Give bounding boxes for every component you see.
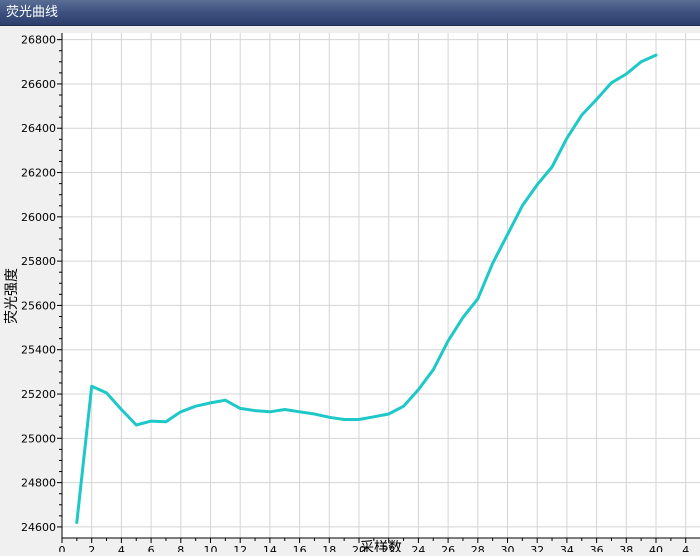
y-tick-label: 26200 [21,167,56,180]
x-tick-label: 26 [441,544,455,552]
x-tick-label: 10 [204,544,218,552]
x-tick-label: 0 [59,544,66,552]
y-tick-label: 25000 [21,432,56,445]
x-tick-label: 28 [471,544,485,552]
y-ticks: 24600 24800 25000 25200 25400 25600 25800 26000… [21,34,62,534]
y-tick-label: 25200 [21,388,56,401]
x-tick-label: 40 [649,544,663,552]
chart-area: 24600 24800 25000 25200 25400 25600 25800 26000… [0,26,700,556]
title-bar: 荧光曲线 [0,0,700,26]
x-tick-label: 8 [177,544,184,552]
y-tick-label: 26400 [21,122,56,135]
x-tick-label: 2 [88,544,95,552]
x-tick-label: 16 [293,544,307,552]
y-tick-label: 25400 [21,344,56,357]
x-tick-label: 4 [118,544,125,552]
x-tick-label: 30 [501,544,515,552]
x-tick-label: 24 [411,544,425,552]
x-axis-label: 采样数 [360,540,402,552]
x-tick-label: 6 [148,544,155,552]
x-tick-label: 14 [263,544,277,552]
y-tick-label: 24800 [21,477,56,490]
x-tick-label: 34 [560,544,574,552]
y-tick-label: 24600 [21,521,56,534]
x-tick-label: 36 [590,544,604,552]
y-tick-label: 25800 [21,255,56,268]
y-tick-label: 25600 [21,299,56,312]
x-tick-label: 18 [322,544,336,552]
x-tick-label: 38 [619,544,633,552]
window-title: 荧光曲线 [6,5,59,20]
x-tick-label: 4 [682,544,689,552]
y-axis-label: 荧光强度 [3,268,20,324]
y-tick-label: 26000 [21,211,56,224]
y-tick-label: 26600 [21,78,56,91]
fluorescence-chart: 24600 24800 25000 25200 25400 25600 25800 26000… [3,33,700,556]
y-tick-label: 26800 [21,34,56,47]
x-tick-label: 32 [530,544,544,552]
plot-background [62,33,700,538]
x-tick-label: 12 [233,544,247,552]
